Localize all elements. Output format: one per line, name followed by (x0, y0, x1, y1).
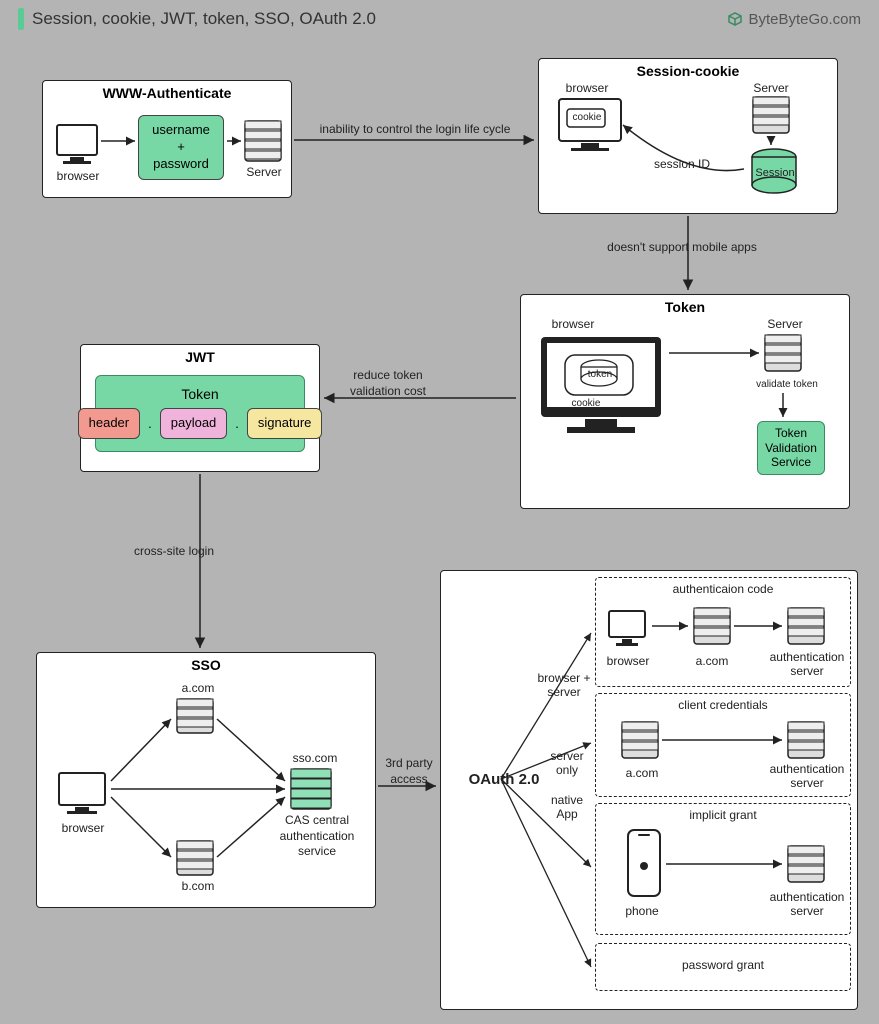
arrow-mobile: doesn't support mobile apps (582, 240, 782, 254)
arrow-inability: inability to control the login life cycl… (300, 122, 530, 136)
jwt-row: header . payload . signature (108, 408, 292, 439)
token-box: Token browser token cookie Server valida… (520, 294, 850, 509)
brand-icon (726, 10, 744, 28)
arrow-reduce: reduce token validation cost (348, 368, 428, 399)
brand: ByteByteGo.com (726, 10, 861, 28)
title-bar: Session, cookie, JWT, token, SSO, OAuth … (18, 8, 376, 30)
www-arrows (43, 81, 293, 199)
sso-box: SSO browser a.com b.com sso.com CAS cent… (36, 652, 376, 908)
arrow-third-party: 3rd party access (384, 756, 434, 787)
jwt-token-label: Token (108, 386, 292, 402)
jwt-payload: payload (160, 408, 228, 439)
jwt-title: JWT (81, 345, 319, 369)
oauth-box: OAuth 2.0 authenticaion code browser a.c… (440, 570, 858, 1010)
tk-arrows (521, 295, 851, 510)
title-accent (18, 8, 24, 30)
jwt-header: header (78, 408, 140, 439)
brand-text: ByteByteGo.com (748, 11, 861, 28)
arrow-crosssite: cross-site login (114, 544, 234, 558)
session-cookie-box: Session-cookie browser cookie Server Ses… (538, 58, 838, 214)
jwt-signature: signature (247, 408, 322, 439)
sc-arrows (539, 59, 839, 215)
oauth-fan-arrows (441, 571, 859, 1011)
header: Session, cookie, JWT, token, SSO, OAuth … (18, 8, 861, 30)
sso-arrows (37, 653, 377, 909)
www-auth-box: WWW-Authenticate browser username + pass… (42, 80, 292, 198)
jwt-box: JWT Token header . payload . signature (80, 344, 320, 472)
page-title: Session, cookie, JWT, token, SSO, OAuth … (32, 9, 376, 29)
